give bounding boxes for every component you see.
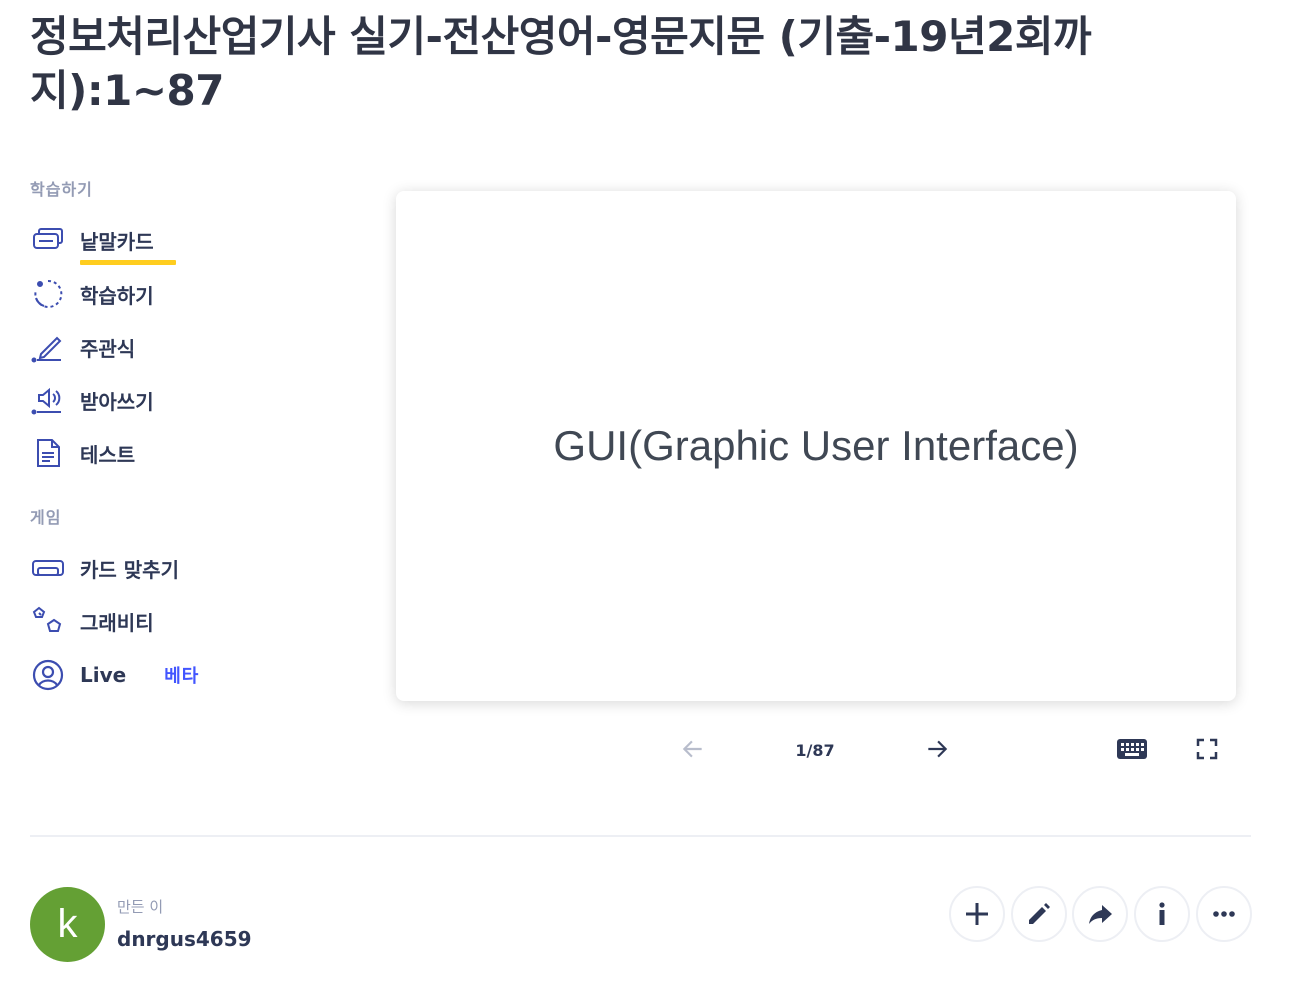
flashcard[interactable]: GUI(Graphic User Interface) <box>396 191 1236 701</box>
sidebar-item-label: Live <box>80 663 127 687</box>
sidebar-item-label: 학습하기 <box>80 283 154 308</box>
next-card-button[interactable] <box>920 732 954 766</box>
sidebar-item-spell[interactable]: 받아쓰기 <box>30 382 330 418</box>
test-icon <box>30 435 66 471</box>
flashcards-icon <box>30 222 66 258</box>
more-icon <box>1213 911 1235 917</box>
spell-icon <box>30 382 66 418</box>
add-button[interactable] <box>949 886 1005 942</box>
game-section-label: 게임 <box>30 508 62 527</box>
sidebar-item-label: 낱말카드 <box>80 226 176 265</box>
more-button[interactable] <box>1196 886 1252 942</box>
gravity-icon <box>30 603 66 639</box>
beta-badge: 베타 <box>164 666 200 687</box>
sidebar-item-write[interactable]: 주관식 <box>30 329 330 365</box>
sidebar-item-label: 받아쓰기 <box>80 389 154 414</box>
fullscreen-icon <box>1196 738 1218 760</box>
creator-username[interactable]: dnrgus4659 <box>117 927 252 951</box>
section-divider <box>30 835 1251 837</box>
write-icon <box>30 329 66 365</box>
sidebar-item-label: 그래비티 <box>80 610 154 635</box>
fullscreen-button[interactable] <box>1190 732 1224 766</box>
arrow-left-icon <box>682 740 702 758</box>
creator-caption: 만든 이 <box>117 898 164 916</box>
flashcard-term: GUI(Graphic User Interface) <box>553 422 1079 469</box>
sidebar-item-label: 테스트 <box>80 442 136 467</box>
sidebar-item-test[interactable]: 테스트 <box>30 435 330 471</box>
page: 정보처리산업기사 실기-전산영어-영문지문 (기출-19년2회까지):1~87 … <box>0 0 1294 982</box>
sidebar-item-live[interactable]: Live 베타 <box>30 657 330 693</box>
info-icon <box>1159 902 1165 925</box>
sidebar-item-gravity[interactable]: 그래비티 <box>30 603 330 639</box>
keyboard-shortcuts-button[interactable] <box>1112 732 1152 766</box>
match-icon <box>30 550 66 586</box>
plus-icon <box>966 903 988 925</box>
avatar[interactable]: k <box>30 887 105 962</box>
card-counter: 1/87 <box>795 740 835 760</box>
share-icon <box>1089 905 1112 924</box>
keyboard-icon <box>1117 739 1147 759</box>
pencil-icon <box>1029 903 1050 924</box>
sidebar-item-label: 카드 맞추기 <box>80 557 179 582</box>
sidebar-item-match[interactable]: 카드 맞추기 <box>30 550 330 586</box>
study-section-label: 학습하기 <box>30 180 93 199</box>
learn-icon <box>30 276 66 312</box>
sidebar-item-label: 주관식 <box>80 336 136 361</box>
live-icon <box>30 657 66 693</box>
arrow-right-icon <box>928 740 948 758</box>
prev-card-button[interactable] <box>676 732 710 766</box>
sidebar-item-flashcards[interactable]: 낱말카드 <box>30 222 330 265</box>
page-title: 정보처리산업기사 실기-전산영어-영문지문 (기출-19년2회까지):1~87 <box>30 12 1092 115</box>
info-button[interactable] <box>1134 886 1190 942</box>
share-button[interactable] <box>1072 886 1128 942</box>
sidebar-item-learn[interactable]: 학습하기 <box>30 276 330 312</box>
edit-button[interactable] <box>1011 886 1067 942</box>
